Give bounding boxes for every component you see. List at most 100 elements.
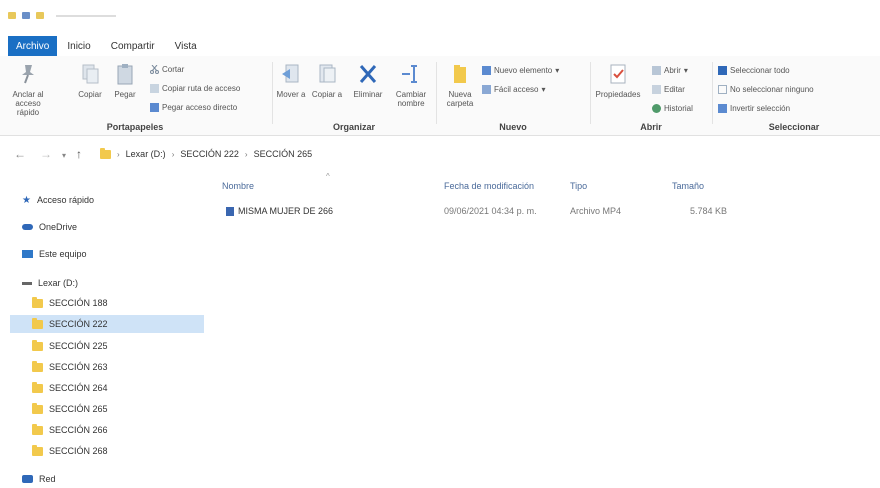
copy-to-button[interactable]: Copiar a	[310, 62, 344, 99]
nav-item-label: Acceso rápido	[36, 195, 95, 205]
cloud-icon	[22, 224, 33, 230]
breadcrumb-seccion-265[interactable]: SECCIÓN 265	[254, 149, 313, 159]
history-label: Historial	[664, 104, 693, 113]
history-icon	[652, 104, 661, 113]
edit-button[interactable]: Editar	[652, 85, 685, 94]
select-none-icon	[718, 85, 727, 94]
delete-button[interactable]: Eliminar	[350, 62, 386, 99]
invert-selection-button[interactable]: Invertir selección	[718, 104, 790, 113]
new-item-button[interactable]: Nuevo elemento ▾	[482, 66, 559, 75]
copy-icon	[79, 62, 101, 86]
nav-item-folder-selected[interactable]: SECCIÓN 222	[10, 315, 204, 333]
tab-compartir[interactable]: Compartir	[101, 36, 165, 56]
group-label-nuevo: Nuevo	[499, 122, 527, 132]
window-title-placeholder	[56, 14, 116, 17]
recent-locations-icon[interactable]: ▾	[62, 151, 66, 160]
select-all-button[interactable]: Seleccionar todo	[718, 66, 790, 75]
chevron-right-icon: ›	[244, 149, 248, 159]
copy-label: Copiar	[78, 90, 102, 99]
rename-label: Cambiar nombre	[395, 90, 427, 108]
select-none-button[interactable]: No seleccionar ninguno	[718, 85, 814, 94]
column-header-name[interactable]: Nombre	[222, 181, 254, 191]
nav-item-lexar[interactable]: Lexar (D:)	[22, 274, 78, 292]
folder-icon	[32, 339, 43, 351]
quick-access-toolbar[interactable]	[8, 12, 116, 19]
tab-vista[interactable]: Vista	[165, 36, 207, 56]
nav-item-quick-access[interactable]: ★ Acceso rápido	[22, 191, 94, 209]
drive-icon	[22, 281, 32, 285]
paste-label: Pegar	[114, 90, 136, 99]
breadcrumb[interactable]: › Lexar (D:) › SECCIÓN 222 › SECCIÓN 265	[100, 147, 313, 159]
nav-item-onedrive[interactable]: OneDrive	[22, 218, 77, 236]
paste-shortcut-button[interactable]: Pegar acceso directo	[150, 103, 237, 112]
properties-button[interactable]: Propiedades	[592, 62, 644, 99]
nav-item-folder[interactable]: SECCIÓN 264	[32, 379, 108, 397]
nav-item-folder[interactable]: SECCIÓN 225	[32, 337, 108, 355]
move-to-button[interactable]: Mover a	[274, 62, 308, 99]
easy-access-label: Fácil acceso	[494, 85, 539, 94]
nav-item-folder[interactable]: SECCIÓN 268	[32, 442, 108, 460]
navigation-pane: ★ Acceso rápido OneDrive Este equipo Lex…	[0, 180, 210, 488]
nav-item-folder[interactable]: SECCIÓN 188	[32, 294, 108, 312]
properties-icon	[607, 62, 629, 86]
copy-path-button[interactable]: Copiar ruta de acceso	[150, 84, 240, 93]
pin-quick-access-button[interactable]: Anclar al acceso rápido	[8, 62, 48, 117]
column-header-type[interactable]: Tipo	[570, 181, 587, 191]
breadcrumb-seccion-222[interactable]: SECCIÓN 222	[180, 149, 239, 159]
select-all-icon	[718, 66, 727, 75]
column-header-size[interactable]: Tamaño	[672, 181, 704, 191]
open-button[interactable]: Abrir ▾	[652, 66, 688, 75]
breadcrumb-lexar[interactable]: Lexar (D:)	[126, 149, 166, 159]
group-portapapeles: Anclar al acceso rápido Copiar Pegar Cor…	[0, 56, 270, 136]
copy-path-icon	[150, 84, 159, 93]
up-arrow-icon[interactable]: ↑	[76, 147, 82, 161]
copy-path-label: Copiar ruta de acceso	[162, 84, 241, 93]
new-folder-label: Nueva carpeta	[446, 90, 474, 108]
ribbon: Anclar al acceso rápido Copiar Pegar Cor…	[0, 56, 880, 136]
nav-item-folder[interactable]: SECCIÓN 263	[32, 358, 108, 376]
properties-icon[interactable]	[22, 12, 30, 19]
ribbon-divider	[436, 62, 437, 124]
rename-button[interactable]: Cambiar nombre	[390, 62, 432, 108]
new-item-label: Nuevo elemento	[494, 66, 553, 75]
tab-inicio[interactable]: Inicio	[57, 36, 100, 56]
group-label-seleccionar: Seleccionar	[768, 122, 820, 132]
tab-archivo[interactable]: Archivo	[8, 36, 58, 56]
file-name-cell[interactable]: MISMA MUJER DE 266	[226, 206, 334, 217]
nav-item-folder[interactable]: SECCIÓN 266	[32, 421, 108, 439]
folder-icon	[32, 317, 43, 329]
group-label-abrir: Abrir	[640, 122, 662, 132]
open-icon	[652, 66, 661, 75]
delete-label: Eliminar	[353, 90, 383, 99]
paste-button[interactable]: Pegar	[110, 62, 140, 99]
cut-button[interactable]: Cortar	[150, 64, 184, 74]
group-nuevo: Nueva carpeta Nuevo elemento ▾ Fácil acc…	[438, 56, 588, 136]
properties-label: Propiedades	[595, 90, 641, 99]
group-seleccionar: Seleccionar todo No seleccionar ninguno …	[714, 56, 874, 136]
nav-item-label: OneDrive	[39, 222, 78, 232]
file-name: MISMA MUJER DE 266	[238, 206, 334, 216]
paste-shortcut-label: Pegar acceso directo	[162, 103, 238, 112]
easy-access-button[interactable]: Fácil acceso ▾	[482, 85, 545, 94]
new-folder-icon[interactable]	[36, 12, 44, 19]
star-icon: ★	[22, 194, 31, 206]
open-label: Abrir	[664, 66, 681, 75]
nav-item-folder[interactable]: SECCIÓN 265	[32, 400, 108, 418]
ribbon-divider	[272, 62, 273, 124]
move-to-label: Mover a	[276, 90, 306, 99]
nav-item-this-pc[interactable]: Este equipo	[22, 245, 87, 263]
column-header-date[interactable]: Fecha de modificación	[444, 181, 534, 191]
history-button[interactable]: Historial	[652, 104, 693, 113]
edit-label: Editar	[664, 85, 685, 94]
nav-item-network[interactable]: Red	[22, 470, 56, 488]
file-row[interactable]: MISMA MUJER DE 266 09/06/2021 04:34 p. m…	[222, 204, 742, 220]
new-folder-button[interactable]: Nueva carpeta	[442, 62, 478, 108]
folder-icon	[32, 402, 43, 414]
forward-arrow-icon[interactable]: →	[40, 147, 52, 161]
nav-item-label: SECCIÓN 268	[49, 446, 108, 456]
delete-icon	[357, 62, 379, 86]
copy-button[interactable]: Copiar	[74, 62, 106, 99]
nav-item-label: SECCIÓN 266	[49, 425, 108, 435]
chevron-down-icon: ▾	[541, 85, 546, 94]
back-arrow-icon[interactable]: ←	[14, 147, 26, 161]
